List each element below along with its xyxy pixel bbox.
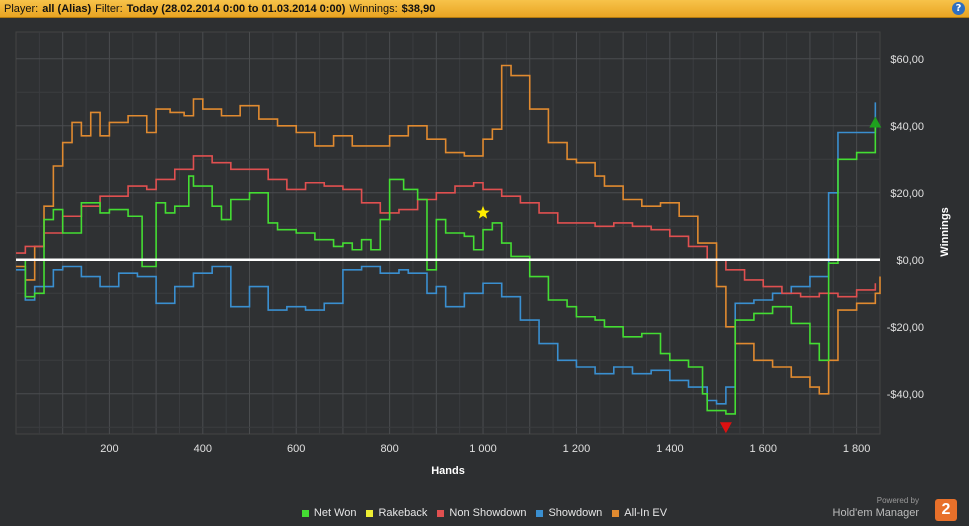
filter-header-bar: Player: all (Alias) Filter: Today (28.02… (0, 0, 969, 18)
legend-item-showdown[interactable]: Showdown (536, 505, 602, 521)
x-tick-label: 1 800 (843, 443, 871, 455)
legend-swatch (612, 509, 620, 517)
help-icon[interactable]: ? (952, 2, 965, 15)
legend-label: All-In EV (624, 507, 668, 519)
legend-item-all-in-ev[interactable]: All-In EV (612, 505, 667, 521)
legend-item-net-won[interactable]: Net Won (301, 505, 357, 521)
holdem-manager-branding: Powered by Hold'em Manager 2 (833, 496, 957, 522)
y-axis-ticks: -$40,00 -$20,00 $0,00 $20,00 $40,00 $60,00 (887, 54, 924, 401)
legend-swatch (366, 509, 374, 517)
y-tick-label: -$40,00 (887, 389, 924, 401)
legend-label: Non Showdown (449, 507, 527, 519)
x-tick-label: 800 (380, 443, 398, 455)
legend-swatch (437, 509, 445, 517)
winnings-value: $38,90 (401, 2, 436, 15)
filter-label: Filter: (95, 2, 123, 15)
player-value[interactable]: all (Alias) (42, 3, 91, 15)
filter-value[interactable]: Today (28.02.2014 0:00 to 01.03.2014 0:0… (127, 3, 346, 15)
y-axis-label: Winnings (939, 207, 951, 256)
legend-label: Showdown (548, 507, 603, 519)
x-axis-ticks: 200 400 600 800 1 000 1 200 1 400 1 600 1 800 (100, 443, 870, 455)
y-tick-label: $40,00 (890, 121, 924, 133)
x-tick-label: 1 200 (563, 443, 591, 455)
winnings-chart: 200 400 600 800 1 000 1 200 1 400 1 600 1 800 -$… (15, 31, 951, 477)
powered-by-text: Powered by (876, 496, 919, 505)
y-tick-label: $0,00 (896, 255, 924, 267)
legend-label: Rakeback (378, 507, 428, 519)
player-label: Player: (4, 2, 39, 15)
x-tick-label: 1 600 (749, 443, 777, 455)
legend-item-non-showdown[interactable]: Non Showdown (437, 505, 526, 521)
y-tick-label: $20,00 (890, 188, 924, 200)
x-tick-label: 1 400 (656, 443, 684, 455)
x-tick-label: 1 000 (469, 443, 497, 455)
y-tick-label: $60,00 (890, 54, 924, 66)
chart-legend: Net Won Rakeback Non Showdown Showdown A… (0, 505, 969, 521)
legend-item-rakeback[interactable]: Rakeback (366, 505, 427, 521)
legend-swatch (536, 509, 544, 517)
x-axis-label: Hands (431, 465, 465, 477)
x-tick-label: 200 (100, 443, 118, 455)
brand-logo: 2 (935, 499, 957, 521)
legend-swatch (301, 509, 309, 517)
winnings-label: Winnings: (349, 2, 398, 15)
legend-label: Net Won (313, 507, 357, 519)
x-tick-label: 600 (287, 443, 305, 455)
brand-name: Hold'em Manager (832, 507, 919, 519)
y-tick-label: -$20,00 (887, 322, 924, 334)
x-tick-label: 400 (194, 443, 212, 455)
